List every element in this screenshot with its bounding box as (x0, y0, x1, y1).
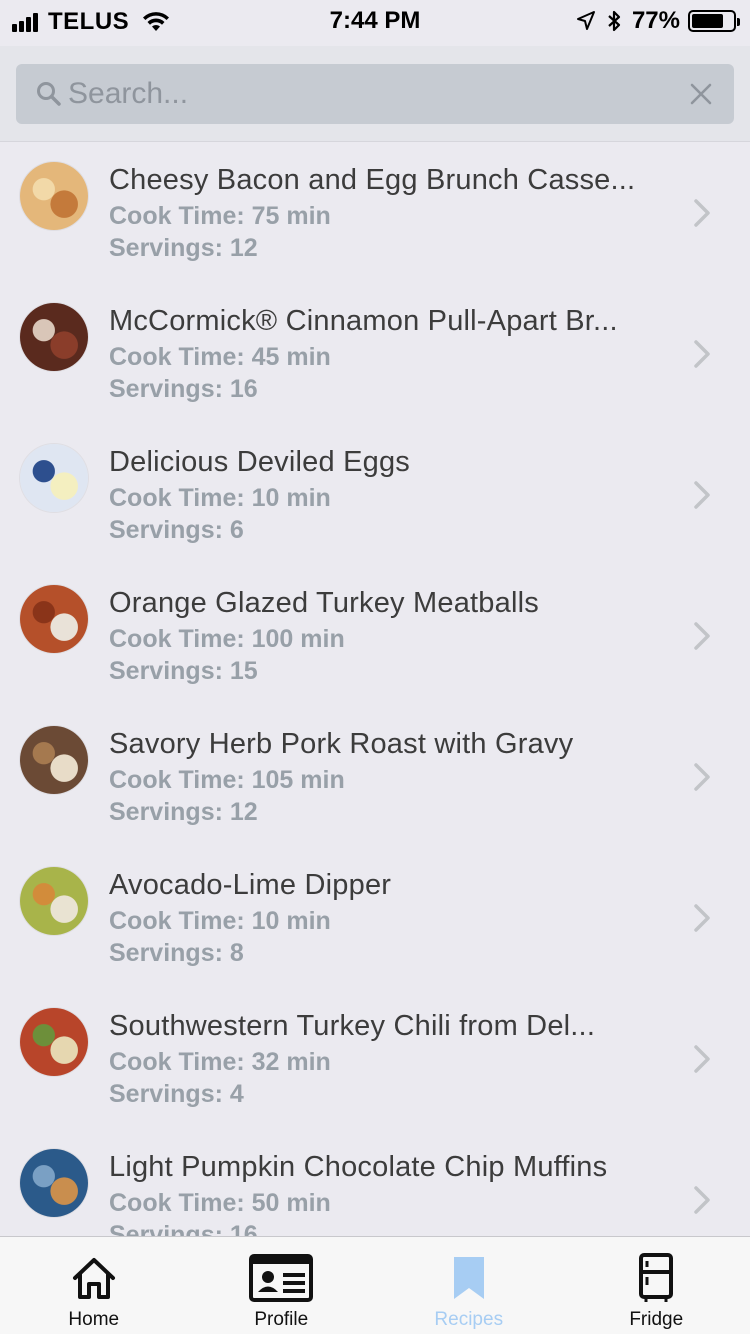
chevron-right-icon (694, 904, 710, 932)
recipe-thumbnail (20, 303, 88, 371)
bookmark-icon (453, 1257, 484, 1299)
tab-fridge[interactable]: Fridge (563, 1237, 750, 1334)
recipe-row[interactable]: Light Pumpkin Chocolate Chip Muffins Cook… (0, 1129, 750, 1236)
recipe-title: Light Pumpkin Chocolate Chip Muffins (109, 1151, 608, 1183)
search-icon (37, 82, 61, 106)
tab-bar: Home Profile Recipes Fridge (0, 1236, 750, 1334)
recipe-title: Savory Herb Pork Roast with Gravy (109, 728, 574, 760)
recipe-thumbnail (20, 444, 88, 512)
recipe-thumbnail (20, 1149, 88, 1217)
recipe-thumbnail (20, 162, 88, 230)
recipe-thumbnail (20, 585, 88, 653)
home-icon (72, 1258, 115, 1299)
recipe-row[interactable]: Southwestern Turkey Chili from Del... Coo… (0, 988, 750, 1129)
battery-icon (688, 10, 740, 32)
recipe-list: Cheesy Bacon and Egg Brunch Casse... Cook… (0, 142, 750, 1236)
recipe-cook-time: Cook Time: 50 min (109, 1189, 331, 1217)
tab-home[interactable]: Home (0, 1237, 188, 1334)
recipes-screen: TELUS 7:44 PM 77% Search... Cheesy Bacon… (0, 0, 750, 1334)
recipe-cook-time: Cook Time: 105 min (109, 766, 345, 794)
recipe-thumbnail (20, 1008, 88, 1076)
tab-profile[interactable]: Profile (188, 1237, 376, 1334)
recipe-servings: Servings: 4 (109, 1080, 244, 1108)
chevron-right-icon (694, 481, 710, 509)
tab-fridge-label: Fridge (629, 1309, 684, 1330)
bluetooth-icon (608, 10, 621, 32)
recipe-servings: Servings: 8 (109, 939, 244, 967)
chevron-right-icon (694, 1045, 710, 1073)
recipe-title: Southwestern Turkey Chili from Del... (109, 1010, 596, 1042)
tab-home-label: Home (68, 1309, 120, 1330)
status-bar: TELUS 7:44 PM 77% (0, 0, 750, 44)
profile-card-icon (249, 1254, 314, 1302)
recipe-servings: Servings: 12 (109, 798, 258, 826)
search-bar (0, 46, 750, 142)
recipe-thumbnail (20, 726, 88, 794)
battery-percent: 77% (631, 7, 680, 34)
recipe-cook-time: Cook Time: 10 min (109, 907, 331, 935)
recipe-row[interactable]: Delicious Deviled Eggs Cook Time: 10 min S… (0, 424, 750, 565)
recipe-thumbnail (20, 867, 88, 935)
recipe-servings: Servings: 16 (109, 375, 258, 403)
recipe-title: Delicious Deviled Eggs (109, 446, 410, 478)
chevron-right-icon (694, 622, 710, 650)
chevron-right-icon (694, 340, 710, 368)
recipe-cook-time: Cook Time: 10 min (109, 484, 331, 512)
recipe-title: Cheesy Bacon and Egg Brunch Casse... (109, 164, 636, 196)
recipe-row[interactable]: McCormick® Cinnamon Pull-Apart Br... Cook… (0, 283, 750, 424)
recipe-title: Avocado-Lime Dipper (109, 869, 392, 901)
recipe-row[interactable]: Savory Herb Pork Roast with Gravy Cook Ti… (0, 706, 750, 847)
search-input[interactable] (68, 64, 668, 124)
location-icon (576, 11, 595, 30)
recipe-title: Orange Glazed Turkey Meatballs (109, 587, 539, 619)
recipe-servings: Servings: 12 (109, 234, 258, 262)
fridge-icon (639, 1253, 674, 1302)
recipe-servings: Servings: 6 (109, 516, 244, 544)
search-field[interactable] (16, 64, 734, 124)
status-right: 77% (576, 7, 740, 35)
tab-recipes[interactable]: Recipes (375, 1237, 563, 1334)
recipe-cook-time: Cook Time: 32 min (109, 1048, 331, 1076)
recipe-cook-time: Cook Time: 75 min (109, 202, 331, 230)
chevron-right-icon (694, 1186, 710, 1214)
recipe-row[interactable]: Orange Glazed Turkey Meatballs Cook Time:… (0, 565, 750, 706)
recipe-row[interactable]: Cheesy Bacon and Egg Brunch Casse... Cook… (0, 142, 750, 283)
tab-recipes-label: Recipes (434, 1309, 504, 1330)
chevron-right-icon (694, 763, 710, 791)
chevron-right-icon (694, 199, 710, 227)
recipe-servings: Servings: 16 (109, 1221, 258, 1236)
battery-level (692, 14, 723, 28)
tab-profile-label: Profile (254, 1309, 309, 1330)
recipe-servings: Servings: 15 (109, 657, 258, 685)
recipe-row[interactable]: Avocado-Lime Dipper Cook Time: 10 min Serv… (0, 847, 750, 988)
recipe-title: McCormick® Cinnamon Pull-Apart Br... (109, 305, 618, 337)
clear-icon[interactable] (688, 81, 714, 107)
recipe-cook-time: Cook Time: 100 min (109, 625, 345, 653)
recipe-cook-time: Cook Time: 45 min (109, 343, 331, 371)
